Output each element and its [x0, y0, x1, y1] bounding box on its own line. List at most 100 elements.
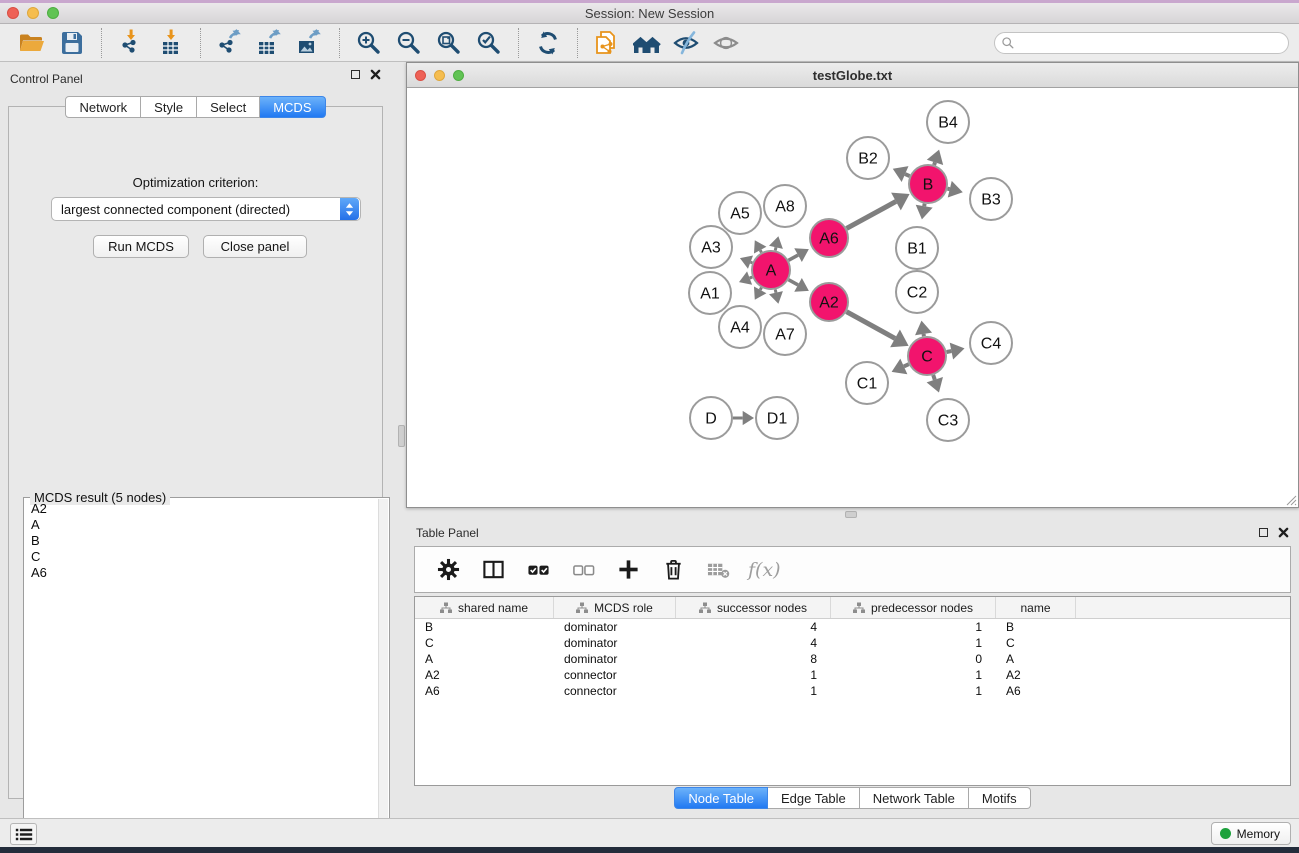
cell-name[interactable]: A2 [996, 668, 1076, 682]
table-row[interactable]: A6connector11A6 [415, 683, 1290, 699]
float-table-panel-icon[interactable] [1259, 528, 1268, 537]
export-table-button[interactable] [250, 26, 290, 60]
graph-edge-C-C1[interactable] [892, 359, 909, 375]
home-layout-button[interactable] [627, 26, 667, 60]
cell-shared-name[interactable]: A [415, 652, 554, 666]
cell-shared-name[interactable]: B [415, 620, 554, 634]
cell-MCDS-role[interactable]: connector [554, 684, 676, 698]
graph-node-C1[interactable]: C1 [846, 362, 888, 404]
export-network-button[interactable] [210, 26, 250, 60]
graph-edge-A-A7[interactable] [769, 290, 783, 304]
graph-node-D1[interactable]: D1 [756, 397, 798, 439]
horizontal-splitter-handle[interactable] [845, 511, 857, 518]
table-settings-gear-button[interactable] [433, 555, 463, 585]
table-row[interactable]: Bdominator41B [415, 619, 1290, 635]
tab-network[interactable]: Network [65, 96, 141, 118]
cell-shared-name[interactable]: A2 [415, 668, 554, 682]
zoom-selected-button[interactable] [469, 26, 509, 60]
graph-edge-B-B4[interactable] [927, 150, 943, 165]
hide-selected-eye-button[interactable] [667, 26, 707, 60]
cell-MCDS-role[interactable]: dominator [554, 636, 676, 650]
graph-node-A3[interactable]: A3 [690, 226, 732, 268]
save-session-button[interactable] [52, 26, 92, 60]
cell-predecessor-nodes[interactable]: 0 [831, 652, 996, 666]
graph-edge-D-D1[interactable] [733, 411, 754, 425]
mcds-list-scrollbar[interactable] [378, 499, 388, 837]
tab-edge-table[interactable]: Edge Table [768, 787, 860, 809]
tab-node-table[interactable]: Node Table [674, 787, 768, 809]
tab-select[interactable]: Select [197, 96, 260, 118]
graph-edge-C-C2[interactable] [915, 321, 932, 337]
cell-shared-name[interactable]: A6 [415, 684, 554, 698]
delete-column-trash-button[interactable] [658, 555, 688, 585]
tab-mcds[interactable]: MCDS [260, 96, 325, 118]
zoom-fit-button[interactable] [429, 26, 469, 60]
graph-edge-B-B3[interactable] [947, 181, 962, 198]
split-panel-button[interactable] [478, 555, 508, 585]
graph-node-A1[interactable]: A1 [689, 272, 731, 314]
graph-edge-A-A1[interactable] [739, 271, 752, 284]
zoom-in-button[interactable] [349, 26, 389, 60]
cell-MCDS-role[interactable]: dominator [554, 620, 676, 634]
search-input[interactable] [1015, 34, 1288, 52]
cell-predecessor-nodes[interactable]: 1 [831, 668, 996, 682]
cell-successor-nodes[interactable]: 1 [676, 684, 831, 698]
graph-edge-B-B1[interactable] [916, 204, 933, 220]
cell-name[interactable]: A6 [996, 684, 1076, 698]
graph-edge-C-C4[interactable] [947, 343, 965, 360]
graph-node-A8[interactable]: A8 [764, 185, 806, 227]
graph-node-A5[interactable]: A5 [719, 192, 761, 234]
mcds-result-item[interactable]: A2 [25, 500, 378, 516]
cell-predecessor-nodes[interactable]: 1 [831, 636, 996, 650]
graph-node-B4[interactable]: B4 [927, 101, 969, 143]
import-network-button[interactable] [111, 26, 151, 60]
graph-node-D[interactable]: D [690, 397, 732, 439]
graph-node-B3[interactable]: B3 [970, 178, 1012, 220]
cell-successor-nodes[interactable]: 8 [676, 652, 831, 666]
cell-predecessor-nodes[interactable]: 1 [831, 620, 996, 634]
graph-edge-A-A2[interactable] [789, 278, 809, 292]
column-header-shared-name[interactable]: shared name [415, 597, 554, 618]
float-panel-icon[interactable] [351, 70, 360, 79]
tab-motifs[interactable]: Motifs [969, 787, 1031, 809]
window-resize-grip[interactable] [1283, 492, 1297, 506]
add-column-plus-button[interactable] [613, 555, 643, 585]
table-row[interactable]: A2connector11A2 [415, 667, 1290, 683]
graph-edge-A2-C[interactable] [847, 312, 909, 348]
criterion-dropdown[interactable]: largest connected component (directed) [51, 197, 361, 221]
graph-node-B1[interactable]: B1 [896, 227, 938, 269]
copy-network-view-button[interactable] [587, 26, 627, 60]
mcds-result-item[interactable]: C [25, 548, 378, 564]
mcds-result-item[interactable]: B [25, 532, 378, 548]
deselect-all-checkboxes-button[interactable] [568, 555, 598, 585]
graph-edge-C-C3[interactable] [927, 375, 943, 392]
graph-edge-B-B2[interactable] [893, 166, 910, 182]
graph-node-B2[interactable]: B2 [847, 137, 889, 179]
table-row[interactable]: Adominator80A [415, 651, 1290, 667]
graph-node-A4[interactable]: A4 [719, 306, 761, 348]
column-header-MCDS-role[interactable]: MCDS role [554, 597, 676, 618]
graph-node-C4[interactable]: C4 [970, 322, 1012, 364]
graph-node-C3[interactable]: C3 [927, 399, 969, 441]
cell-successor-nodes[interactable]: 4 [676, 620, 831, 634]
cell-name[interactable]: C [996, 636, 1076, 650]
graph-edge-A-A3[interactable] [740, 256, 753, 269]
open-file-button[interactable] [12, 26, 52, 60]
network-graph-canvas[interactable]: B4B2BB3B1A5A8A6A3AA1A2A4A7C2CC4C1C3DD1 [407, 88, 1298, 508]
cell-successor-nodes[interactable]: 1 [676, 668, 831, 682]
import-table-button[interactable] [151, 26, 191, 60]
column-header-predecessor-nodes[interactable]: predecessor nodes [831, 597, 996, 618]
table-row[interactable]: Cdominator41C [415, 635, 1290, 651]
column-header-name[interactable]: name [996, 597, 1076, 618]
tab-style[interactable]: Style [141, 96, 197, 118]
show-all-eye-button[interactable] [707, 26, 747, 60]
close-panel-icon[interactable] [370, 69, 381, 80]
graph-node-B[interactable]: B [909, 165, 947, 203]
zoom-out-button[interactable] [389, 26, 429, 60]
graph-node-A7[interactable]: A7 [764, 313, 806, 355]
vertical-splitter-handle[interactable] [398, 425, 405, 447]
task-history-button[interactable] [10, 823, 37, 845]
close-table-panel-icon[interactable] [1278, 527, 1289, 538]
cell-MCDS-role[interactable]: dominator [554, 652, 676, 666]
tab-network-table[interactable]: Network Table [860, 787, 969, 809]
